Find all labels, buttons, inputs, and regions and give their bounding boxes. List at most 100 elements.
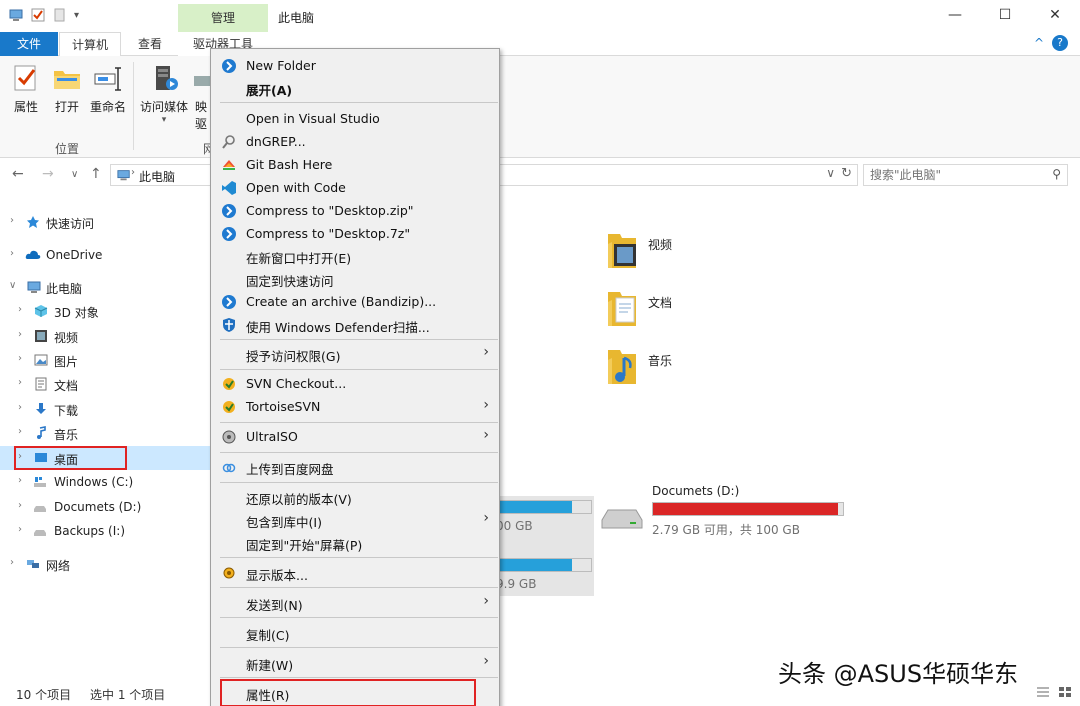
help-icon[interactable]: ? [1052,35,1068,51]
chevron-right-icon[interactable]: › [18,475,22,486]
chevron-right-icon[interactable]: › [18,500,22,511]
chevron-right-icon[interactable]: › [18,353,22,364]
chevron-right-icon[interactable]: › [18,377,22,388]
access-media-dropdown-icon[interactable]: ▾ [138,115,190,125]
menu-item-new-folder[interactable]: New Folder [213,55,497,77]
breadcrumb[interactable]: 此电脑 [139,168,175,185]
drive-free-text: 00 GB [496,519,533,533]
menu-item-send-to[interactable]: 发送到(N) › [213,592,497,614]
ribbon-separator [133,62,134,150]
nav-item-onedrive[interactable]: › OneDrive [0,243,210,267]
folder-music[interactable]: 音乐 [606,346,766,390]
nav-item-drive-d[interactable]: › Documets (D:) [0,495,210,519]
chevron-right-icon[interactable]: › [18,329,22,340]
menu-item-restore-previous[interactable]: 还原以前的版本(V) [213,486,497,508]
menu-item-open-with-code[interactable]: Open with Code [213,177,497,199]
menu-item-tortoisesvn[interactable]: TortoiseSVN › [213,396,497,418]
address-dropdown-icon[interactable]: ∨ [826,166,835,180]
menu-item-dngrep[interactable]: dnGREP... [213,131,497,153]
menu-label: SVN Checkout... [246,376,347,391]
chevron-right-icon[interactable]: › [18,524,22,535]
menu-item-copy[interactable]: 复制(C) [213,622,497,644]
nav-item-this-pc[interactable]: ∨ 此电脑 [0,275,210,299]
rename-button[interactable]: 重命名 [88,62,128,115]
menu-item-open-new-window[interactable]: 在新窗口中打开(E) [213,245,497,267]
menu-label: UltraISO [246,429,298,444]
back-button[interactable]: ← [12,166,24,182]
chevron-right-icon[interactable]: › [18,304,22,315]
menu-item-expand[interactable]: 展开(A) [213,77,497,99]
map-drive-label: 映 [194,100,207,114]
tab-computer[interactable]: 计算机 [59,32,121,57]
recent-locations-button[interactable]: ∨ [71,169,78,180]
nav-item-music[interactable]: › 音乐 [0,421,210,445]
properties-button[interactable]: 属性 [8,62,44,115]
drive-icon [34,530,46,536]
nav-item-documents[interactable]: › 文档 [0,372,210,396]
computer-icon[interactable] [8,7,24,23]
menu-item-ultraiso[interactable]: UltraISO › [213,426,497,448]
map-drive-label-line2: 驱 [194,117,207,131]
maximize-button[interactable]: ☐ [980,0,1030,32]
bandizip-icon [222,295,236,309]
menu-item-svn-checkout[interactable]: SVN Checkout... [213,373,497,395]
menu-item-include-library[interactable]: 包含到库中(I) › [213,509,497,531]
menu-item-pin-quick-access[interactable]: 固定到快速访问 [213,268,497,290]
collapse-ribbon-icon[interactable]: ^ [1034,36,1044,50]
nav-item-3d-objects[interactable]: › 3D 对象 [0,299,210,323]
chevron-right-icon[interactable]: › [18,402,22,413]
bandizip-icon [222,204,236,218]
nav-item-drive-i[interactable]: › Backups (I:) [0,519,210,543]
menu-separator [220,587,498,588]
nav-item-quick-access[interactable]: › 快速访问 [0,210,210,234]
qat-dropdown-icon[interactable]: ▾ [74,10,79,21]
menu-item-new[interactable]: 新建(W) › [213,652,497,674]
folder-videos[interactable]: 视频 [606,230,766,274]
breadcrumb-chevron-icon[interactable]: › [131,167,135,178]
tab-view[interactable]: 查看 [126,32,174,56]
menu-item-git-bash[interactable]: Git Bash Here [213,154,497,176]
nav-label: 视频 [54,331,79,345]
search-input[interactable] [870,165,1040,185]
menu-item-compress-7z[interactable]: Compress to "Desktop.7z" [213,223,497,245]
new-folder-icon[interactable] [52,7,68,23]
properties-label: 属性 [13,100,38,114]
menu-item-grant-access[interactable]: 授予访问权限(G) › [213,343,497,365]
chevron-right-icon[interactable]: › [10,557,14,568]
search-box[interactable]: ⚲ [863,164,1068,186]
menu-item-open-visual-studio[interactable]: Open in Visual Studio [213,108,497,130]
access-media-button[interactable]: 访问媒体 ▾ [138,62,190,125]
menu-item-compress-zip[interactable]: Compress to "Desktop.zip" [213,200,497,222]
search-icon[interactable]: ⚲ [1052,167,1061,181]
tab-file[interactable]: 文件 [0,32,58,56]
chevron-right-icon[interactable]: › [18,426,22,437]
nav-label: 3D 对象 [54,306,99,320]
nav-item-videos[interactable]: › 视频 [0,324,210,348]
menu-item-create-archive[interactable]: Create an archive (Bandizip)... [213,291,497,313]
map-drive-button[interactable]: 映 驱 [192,62,210,132]
folder-documents[interactable]: 文档 [606,288,766,332]
nav-item-network[interactable]: › 网络 [0,552,210,576]
minimize-button[interactable]: — [930,0,980,32]
open-button[interactable]: 打开 [50,62,84,115]
menu-item-upload-baidu[interactable]: 上传到百度网盘 [213,456,497,478]
properties-check-icon[interactable] [30,7,46,23]
drive-free-text: 2.79 GB 可用，共 100 GB [652,523,800,537]
nav-item-drive-c[interactable]: › Windows (C:) [0,470,210,494]
chevron-down-icon[interactable]: ∨ [9,280,16,291]
large-icons-view-icon[interactable] [1058,686,1072,698]
close-button[interactable]: ✕ [1030,0,1080,32]
refresh-icon[interactable]: ↻ [841,166,852,181]
nav-item-downloads[interactable]: › 下载 [0,397,210,421]
drive-icon [601,509,643,529]
window-title: 此电脑 [278,11,315,25]
forward-button[interactable]: → [42,166,54,182]
menu-item-defender-scan[interactable]: 使用 Windows Defender扫描... [213,314,497,336]
chevron-right-icon[interactable]: › [10,248,14,259]
chevron-right-icon[interactable]: › [10,215,14,226]
details-view-icon[interactable] [1036,686,1050,698]
nav-item-pictures[interactable]: › 图片 [0,348,210,372]
menu-item-pin-start[interactable]: 固定到"开始"屏幕(P) [213,532,497,554]
up-button[interactable]: ↑ [90,166,102,182]
menu-item-show-version[interactable]: 显示版本... [213,562,497,584]
